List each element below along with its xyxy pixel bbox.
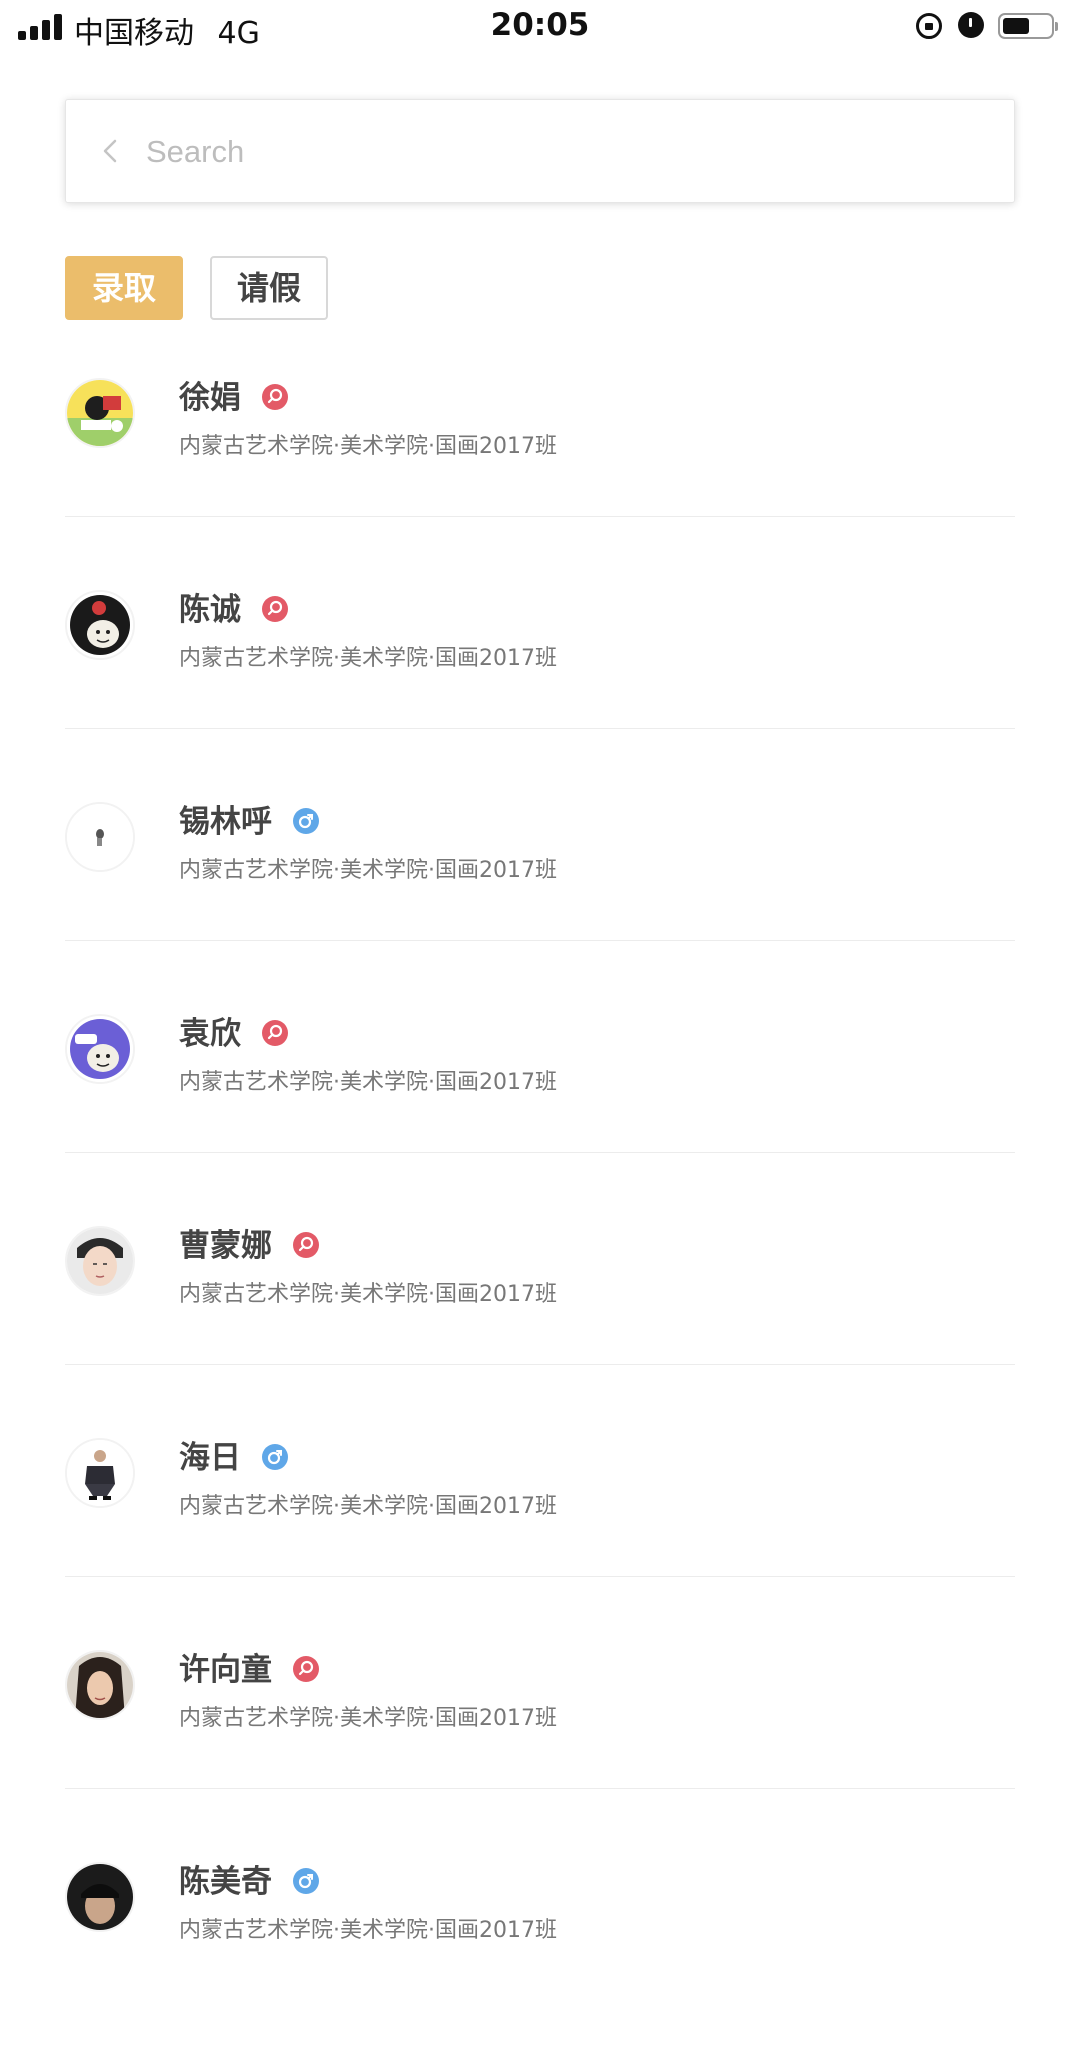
student-name-text: 锡林呼 — [179, 804, 272, 840]
alarm-clock-icon — [958, 12, 984, 38]
small-figure-avatar — [65, 802, 135, 872]
battery-icon — [998, 13, 1058, 39]
student-info: 内蒙古艺术学院·美术学院·国画2017班 — [179, 434, 557, 459]
search-input[interactable] — [144, 100, 988, 204]
status-icons — [916, 10, 1066, 44]
student-name-text: 徐娟 — [179, 380, 241, 416]
status-bar: 中国移动 4G 20:05 — [0, 0, 1080, 54]
student-name-text: 曹蒙娜 — [179, 1228, 272, 1264]
student-row[interactable]: 陈美奇 内蒙古艺术学院·美术学院·国画2017班 — [65, 1856, 1015, 2068]
row-divider — [65, 1788, 1015, 1789]
student-row[interactable]: 锡林呼 内蒙古艺术学院·美术学院·国画2017班 — [65, 796, 1015, 1008]
male-badge-icon — [292, 807, 319, 834]
female-badge-icon — [261, 595, 288, 622]
student-name-text: 陈美奇 — [179, 1864, 272, 1900]
student-name-text: 许向童 — [179, 1652, 272, 1688]
female-badge-icon — [292, 1655, 319, 1682]
student-info: 内蒙古艺术学院·美术学院·国画2017班 — [179, 646, 557, 671]
squatting-man-avatar — [65, 1438, 135, 1508]
student-name: 袁欣 — [179, 1008, 288, 1053]
student-row[interactable]: 许向童 内蒙古艺术学院·美术学院·国画2017班 — [65, 1644, 1015, 1856]
portrait-avatar-dark — [65, 1862, 135, 1932]
tab-admitted[interactable]: 录取 — [65, 256, 183, 320]
meme-avatar-blue-helmet — [65, 1014, 135, 1084]
student-row[interactable]: 徐娟 内蒙古艺术学院·美术学院·国画2017班 — [65, 372, 1015, 584]
meme-avatar-black-helmet — [65, 590, 135, 660]
female-badge-icon — [292, 1231, 319, 1258]
male-badge-icon — [261, 1443, 288, 1470]
row-divider — [65, 728, 1015, 729]
student-info: 内蒙古艺术学院·美术学院·国画2017班 — [179, 1494, 557, 1519]
student-info: 内蒙古艺术学院·美术学院·国画2017班 — [179, 858, 557, 883]
student-name-text: 海日 — [179, 1440, 241, 1476]
cartoon-avatar-yellow — [65, 378, 135, 448]
student-name: 海日 — [179, 1432, 288, 1477]
portrait-avatar-woman — [65, 1650, 135, 1720]
row-divider — [65, 1152, 1015, 1153]
row-divider — [65, 516, 1015, 517]
student-info: 内蒙古艺术学院·美术学院·国画2017班 — [179, 1282, 557, 1307]
search-bar — [65, 99, 1015, 204]
student-name-text: 陈诚 — [179, 592, 241, 628]
student-info: 内蒙古艺术学院·美术学院·国画2017班 — [179, 1918, 557, 1943]
student-info: 内蒙古艺术学院·美术学院·国画2017班 — [179, 1070, 557, 1095]
student-name: 锡林呼 — [179, 796, 319, 841]
student-row[interactable]: 曹蒙娜 内蒙古艺术学院·美术学院·国画2017班 — [65, 1220, 1015, 1432]
back-chevron-icon[interactable] — [98, 138, 124, 164]
female-badge-icon — [261, 1019, 288, 1046]
student-name: 陈诚 — [179, 584, 288, 629]
row-divider — [65, 1576, 1015, 1577]
student-name: 徐娟 — [179, 372, 288, 417]
student-info: 内蒙古艺术学院·美术学院·国画2017班 — [179, 1706, 557, 1731]
portrait-avatar-young-man — [65, 1226, 135, 1296]
row-divider — [65, 940, 1015, 941]
student-name-text: 袁欣 — [179, 1016, 241, 1052]
student-row[interactable]: 海日 内蒙古艺术学院·美术学院·国画2017班 — [65, 1432, 1015, 1644]
female-badge-icon — [261, 383, 288, 410]
student-row[interactable]: 袁欣 内蒙古艺术学院·美术学院·国画2017班 — [65, 1008, 1015, 1220]
male-badge-icon — [292, 1867, 319, 1894]
student-row[interactable]: 陈诚 内蒙古艺术学院·美术学院·国画2017班 — [65, 584, 1015, 796]
tab-leave[interactable]: 请假 — [210, 256, 328, 320]
row-divider — [65, 1364, 1015, 1365]
rotation-lock-icon — [916, 13, 942, 39]
student-name: 许向童 — [179, 1644, 319, 1689]
student-name: 陈美奇 — [179, 1856, 319, 1901]
student-name: 曹蒙娜 — [179, 1220, 319, 1265]
